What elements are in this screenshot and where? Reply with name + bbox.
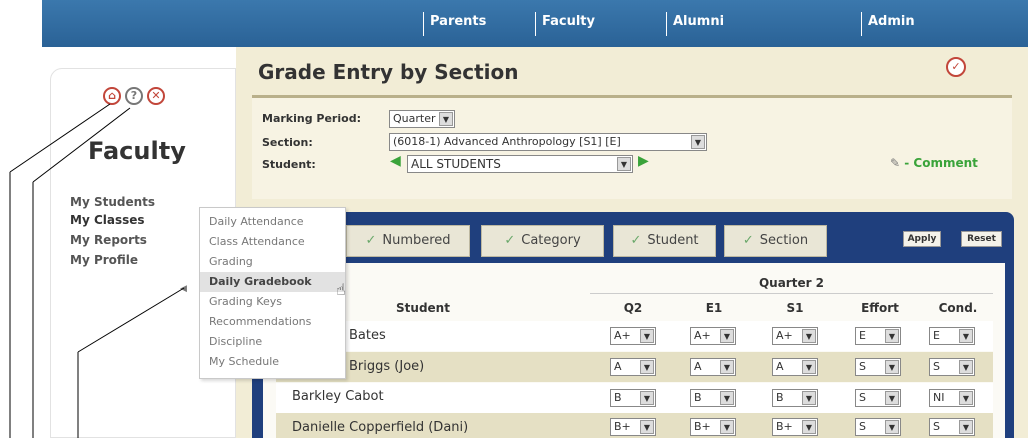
callout-lines	[9, 103, 185, 438]
